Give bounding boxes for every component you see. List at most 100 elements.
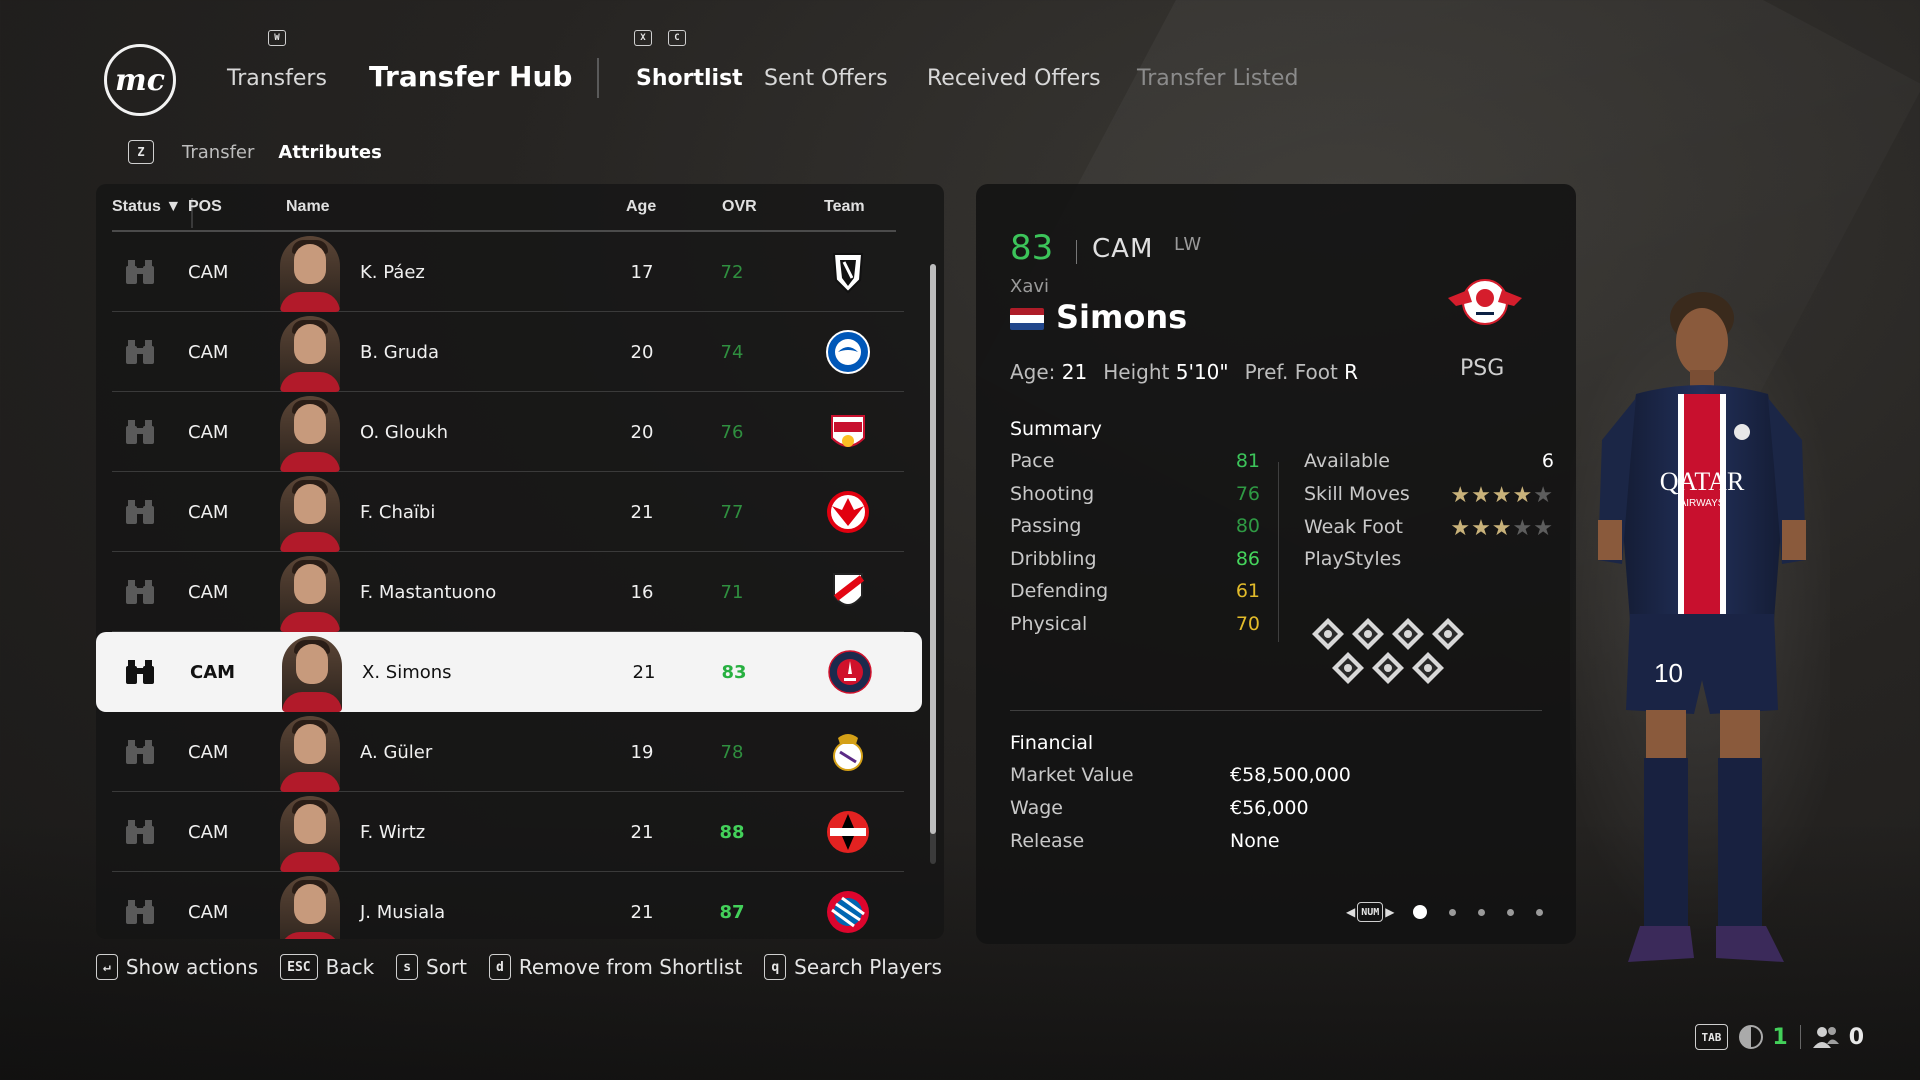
playstyle-icon[interactable]	[1350, 616, 1386, 652]
player-photo	[280, 236, 340, 312]
action-label: Sort	[426, 955, 468, 979]
subtab-attributes[interactable]: Attributes	[278, 142, 381, 163]
playstyle-icon[interactable]	[1370, 650, 1406, 686]
binoculars-icon[interactable]	[124, 418, 156, 446]
action-label: Back	[325, 955, 375, 979]
page-dot[interactable]	[1535, 908, 1543, 916]
tab-transfer-listed[interactable]: Transfer Listed	[1137, 66, 1298, 91]
nav-transfers[interactable]: Transfers	[227, 66, 327, 91]
divider	[1278, 462, 1279, 642]
detail-pager[interactable]: ◀ NUM ▶	[1346, 902, 1543, 922]
binoculars-icon[interactable]	[124, 498, 156, 526]
table-row[interactable]: CAM F. Wirtz 21 88	[112, 792, 904, 872]
page-dot[interactable]	[1506, 908, 1514, 916]
player-age: 16	[630, 582, 654, 603]
playstyle-icon[interactable]	[1410, 650, 1446, 686]
binoculars-icon[interactable]	[124, 338, 156, 366]
status-bar: TAB 1 0	[1694, 1024, 1864, 1050]
playstyle-icon[interactable]	[1430, 616, 1466, 652]
action-label: Search Players	[794, 955, 942, 979]
chevron-left-icon[interactable]: ◀	[1346, 905, 1355, 919]
table-row[interactable]: CAM F. Chaïbi 21 77	[112, 472, 904, 552]
attribute-label: Physical	[1010, 613, 1088, 635]
table-row[interactable]: CAM K. Páez 17 72	[112, 232, 904, 312]
player-name: F. Mastantuono	[360, 582, 497, 603]
table-row[interactable]: CAM A. Güler 19 78	[112, 712, 904, 792]
market-value-row: Market Value €58,500,000	[1010, 764, 1351, 786]
player-render: QATAR AIRWAYS 10	[1570, 290, 1830, 962]
divider	[1799, 1025, 1801, 1049]
column-status[interactable]: Status ▼	[112, 198, 194, 228]
psg-crest-icon	[828, 650, 872, 694]
game-logo: mc	[104, 44, 176, 116]
binoculars-icon[interactable]	[124, 658, 156, 686]
tab-sent-offers[interactable]: Sent Offers	[764, 66, 888, 91]
player-pos: CAM	[188, 742, 229, 763]
table-row[interactable]: CAM F. Mastantuono 16 71	[112, 552, 904, 632]
player-team: PSG	[1460, 356, 1505, 381]
tab-shortlist[interactable]: Shortlist	[636, 66, 743, 91]
player-rows: CAM K. Páez 17 72 CAM B. Gruda 20 74 CAM O. Glouk…	[96, 232, 944, 939]
key-hint-x: X	[634, 30, 652, 46]
attribute-dribbling: Dribbling 86	[1010, 548, 1260, 576]
attribute-label: Pace	[1010, 450, 1055, 472]
action-search-players[interactable]: q Search Players	[764, 954, 942, 980]
playstyle-icon[interactable]	[1310, 616, 1346, 652]
attribute-value: 70	[1235, 613, 1260, 635]
player-name: F. Wirtz	[360, 822, 426, 843]
table-row[interactable]: CAM X. Simons 21 83	[96, 632, 922, 712]
list-scrollbar[interactable]	[930, 264, 936, 864]
attribute-defending: Defending 61	[1010, 580, 1260, 608]
player-age: 20	[630, 422, 654, 443]
binoculars-icon[interactable]	[124, 818, 156, 846]
column-ovr[interactable]: OVR	[722, 198, 757, 216]
player-photo	[280, 316, 340, 392]
player-alt-position: LW	[1174, 234, 1203, 255]
action-show-actions[interactable]: ↵ Show actions	[96, 954, 258, 980]
table-row[interactable]: CAM O. Gloukh 20 76	[112, 392, 904, 472]
player-age: 17	[630, 262, 654, 283]
attribute-pace: Pace 81	[1010, 450, 1260, 478]
chevron-right-icon[interactable]: ▶	[1385, 905, 1394, 919]
page-dot[interactable]	[1412, 905, 1427, 919]
player-name: X. Simons	[362, 662, 452, 683]
player-photo	[280, 876, 340, 939]
star-icon: ★	[1533, 483, 1554, 508]
page-dot[interactable]	[1477, 908, 1485, 916]
binoculars-icon[interactable]	[124, 578, 156, 606]
brighton-crest-icon	[826, 330, 870, 374]
action-sort[interactable]: s Sort	[396, 954, 467, 980]
player-age: 20	[630, 342, 654, 363]
divider	[1010, 710, 1542, 711]
player-photo	[282, 636, 342, 712]
binoculars-icon[interactable]	[124, 738, 156, 766]
tab-received-offers[interactable]: Received Offers	[927, 66, 1101, 91]
star-icon: ★	[1512, 483, 1534, 508]
player-first-name: Xavi	[1010, 276, 1050, 297]
table-row[interactable]: CAM B. Gruda 20 74	[112, 312, 904, 392]
page-dot[interactable]	[1448, 908, 1456, 916]
player-name: J. Musiala	[360, 902, 446, 923]
binoculars-icon[interactable]	[124, 258, 156, 286]
player-detail-panel: 83 CAM LW Xavi Simons Age: 21 Height 5'10…	[976, 184, 1576, 944]
column-name[interactable]: Name	[286, 198, 330, 216]
column-age[interactable]: Age	[626, 198, 656, 216]
player-ovr: 78	[720, 742, 744, 763]
column-team[interactable]: Team	[824, 198, 865, 216]
subnav: Z Transfer Attributes	[128, 140, 382, 164]
weak-foot-stars: ★★★★★	[1450, 516, 1554, 541]
table-row[interactable]: CAM J. Musiala 21 87	[112, 872, 904, 939]
playstyle-icon[interactable]	[1330, 650, 1366, 686]
player-pos: CAM	[190, 662, 236, 683]
action-remove-from-shortlist[interactable]: d Remove from Shortlist	[489, 954, 742, 980]
divider	[1076, 240, 1077, 264]
column-pos[interactable]: POS	[188, 198, 222, 216]
binoculars-icon[interactable]	[124, 898, 156, 926]
scrollbar-thumb[interactable]	[930, 264, 936, 834]
star-icon: ★	[1533, 516, 1554, 541]
playstyle-icon[interactable]	[1390, 616, 1426, 652]
playstyles-row: PlayStyles	[1304, 548, 1402, 570]
subtab-transfer[interactable]: Transfer	[182, 142, 254, 163]
action-back[interactable]: ESC Back	[280, 954, 374, 980]
player-pos: CAM	[188, 822, 229, 843]
